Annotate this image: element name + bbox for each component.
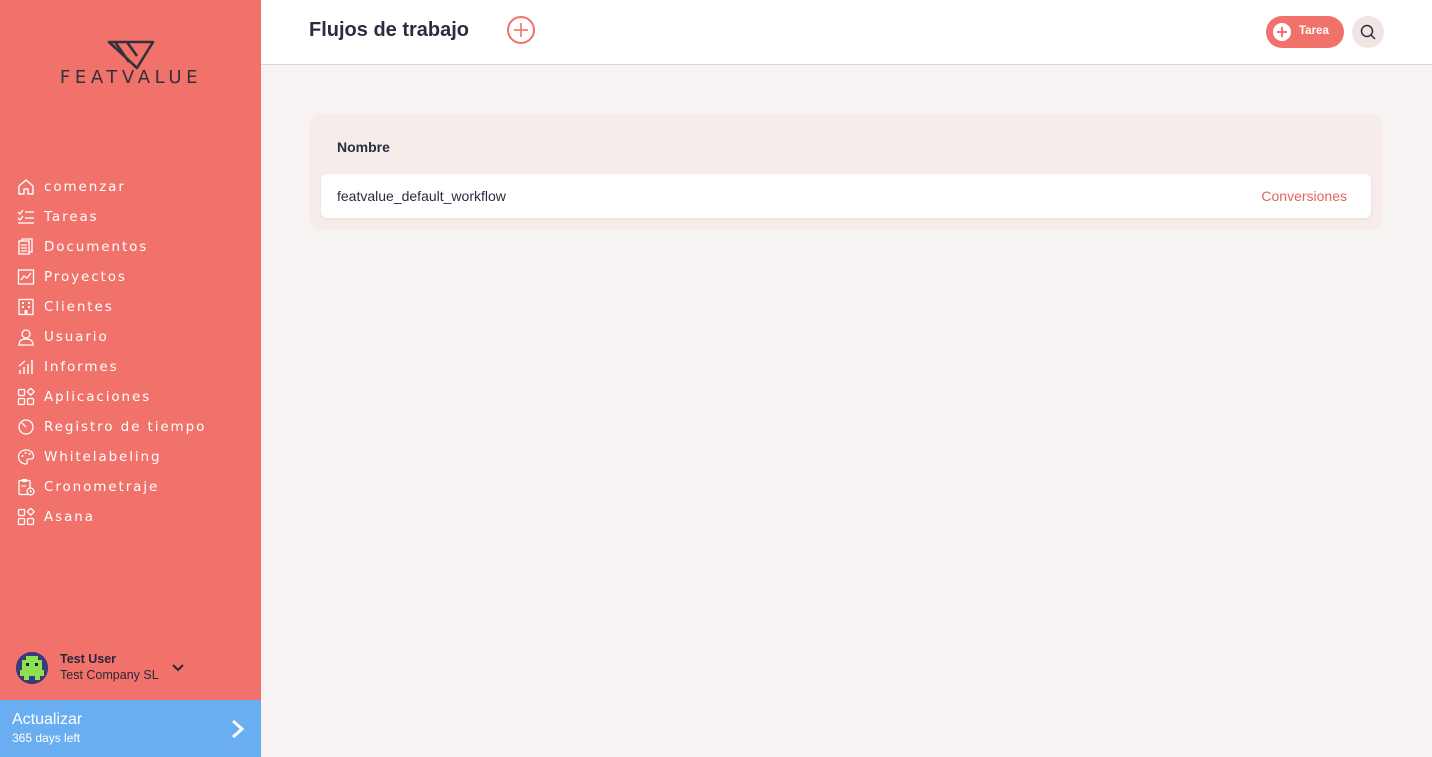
chart-board-icon <box>16 267 36 287</box>
featvalue-logo[interactable]: FEATVALUE <box>45 40 217 90</box>
column-header-nombre: Nombre <box>337 139 390 155</box>
logo-mark-icon <box>107 40 155 70</box>
add-task-button[interactable]: Tarea <box>1266 16 1344 48</box>
sidebar-item-label: comenzar <box>44 179 126 195</box>
signal-bars-icon <box>16 357 36 377</box>
logo-text: FEATVALUE <box>59 67 203 88</box>
sidebar-item-whitelabeling[interactable]: Whitelabeling <box>16 442 256 472</box>
page-title: Flujos de trabajo <box>309 19 470 41</box>
plus-icon <box>514 23 528 37</box>
sidebar-item-label: Registro de tiempo <box>44 419 207 435</box>
sidebar-item-label: Clientes <box>44 299 114 315</box>
sidebar-item-aplicaciones[interactable]: Aplicaciones <box>16 382 256 412</box>
document-icon <box>16 237 36 257</box>
user-name: Test User <box>60 652 117 666</box>
top-header: Flujos de trabajo Tarea <box>261 0 1432 65</box>
table-row[interactable]: featvalue_default_workflow Conversiones <box>321 174 1371 218</box>
checklist-icon <box>16 207 36 227</box>
search-icon <box>1360 24 1376 40</box>
upgrade-banner[interactable]: Actualizar 365 days left <box>0 700 261 757</box>
timer-icon <box>16 417 36 437</box>
sidebar-item-asana[interactable]: Asana <box>16 502 256 532</box>
chevron-right-icon <box>232 719 245 739</box>
sidebar-item-proyectos[interactable]: Proyectos <box>16 262 256 292</box>
sidebar-item-usuario[interactable]: Usuario <box>16 322 256 352</box>
add-workflow-button[interactable] <box>507 16 535 44</box>
sidebar-item-label: Informes <box>44 359 119 375</box>
workflow-name[interactable]: featvalue_default_workflow <box>337 188 506 204</box>
sidebar-item-tareas[interactable]: Tareas <box>16 202 256 232</box>
upgrade-title: Actualizar <box>12 711 83 728</box>
sidebar-item-label: Documentos <box>44 239 149 255</box>
sidebar-nav: comenzar Tareas Documentos Proyectos Cli… <box>16 172 256 532</box>
sidebar-item-label: Cronometraje <box>44 479 160 495</box>
sidebar-item-label: Aplicaciones <box>44 389 152 405</box>
avatar <box>16 652 48 684</box>
upgrade-days-left: 365 days left <box>12 731 81 745</box>
apps-icon <box>16 387 36 407</box>
plus-icon <box>1273 23 1291 41</box>
palette-icon <box>16 447 36 467</box>
sidebar-item-comenzar[interactable]: comenzar <box>16 172 256 202</box>
user-company: Test Company SL <box>60 668 159 682</box>
workflows-table: Nombre featvalue_default_workflow Conver… <box>309 114 1383 230</box>
sidebar: FEATVALUE comenzar Tareas Documentos Pro… <box>0 0 261 757</box>
sidebar-item-cronometraje[interactable]: Cronometraje <box>16 472 256 502</box>
user-menu[interactable]: Test User Test Company SL <box>16 652 256 686</box>
sidebar-item-documentos[interactable]: Documentos <box>16 232 256 262</box>
sidebar-item-label: Proyectos <box>44 269 127 285</box>
sidebar-item-label: Asana <box>44 509 95 525</box>
user-icon <box>16 327 36 347</box>
apps-icon <box>16 507 36 527</box>
sidebar-item-label: Whitelabeling <box>44 449 162 465</box>
chevron-down-icon[interactable] <box>170 660 186 676</box>
sidebar-item-clientes[interactable]: Clientes <box>16 292 256 322</box>
sidebar-item-label: Tareas <box>44 209 99 225</box>
sidebar-item-label: Usuario <box>44 329 109 345</box>
conversions-link[interactable]: Conversiones <box>1261 188 1347 204</box>
clipboard-clock-icon <box>16 477 36 497</box>
home-icon <box>16 177 36 197</box>
building-icon <box>16 297 36 317</box>
search-button[interactable] <box>1352 16 1384 48</box>
add-task-label: Tarea <box>1299 25 1329 37</box>
sidebar-item-informes[interactable]: Informes <box>16 352 256 382</box>
sidebar-item-registro-de-tiempo[interactable]: Registro de tiempo <box>16 412 256 442</box>
